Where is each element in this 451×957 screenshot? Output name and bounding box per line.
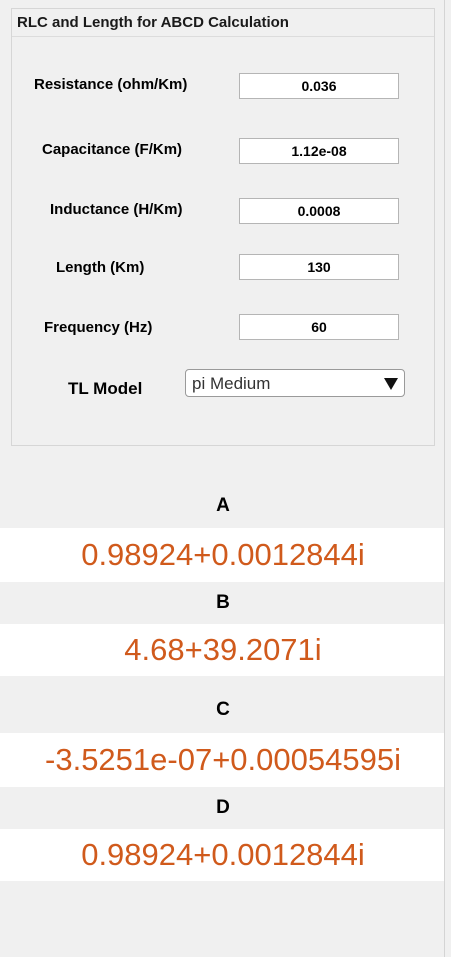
inductance-input[interactable] [239, 198, 399, 224]
frequency-input[interactable] [239, 314, 399, 340]
resistance-input[interactable] [239, 73, 399, 99]
result-d-value: 0.98924+0.0012844i [0, 829, 446, 881]
tl-model-label: TL Model [68, 379, 143, 398]
result-b-value: 4.68+39.2071i [0, 624, 446, 676]
length-input[interactable] [239, 254, 399, 280]
result-c-label: C [216, 699, 230, 720]
result-a-label: A [216, 495, 230, 516]
triangle-down-icon [384, 378, 398, 390]
frequency-label: Frequency (Hz) [44, 319, 153, 336]
abcd-calculator-app: RLC and Length for ABCD Calculation Resi… [0, 0, 451, 957]
capacitance-input[interactable] [239, 138, 399, 164]
result-a-value: 0.98924+0.0012844i [0, 528, 446, 582]
resistance-label: Resistance (ohm/Km) [34, 76, 188, 93]
inductance-label: Inductance (H/Km) [50, 201, 183, 218]
tl-model-dropdown[interactable]: pi Medium [185, 369, 405, 397]
length-label: Length (Km) [56, 259, 145, 276]
result-b-label: B [216, 592, 230, 613]
capacitance-label: Capacitance (F/Km) [42, 141, 183, 158]
panel-title-divider [12, 36, 434, 37]
result-c-value: -3.5251e-07+0.00054595i [0, 733, 446, 787]
result-d-label: D [216, 797, 230, 818]
window-right-edge [444, 0, 451, 957]
tl-model-selected-value: pi Medium [192, 374, 271, 393]
rlc-input-panel: RLC and Length for ABCD Calculation Resi… [11, 8, 435, 446]
panel-title: RLC and Length for ABCD Calculation [17, 14, 289, 31]
